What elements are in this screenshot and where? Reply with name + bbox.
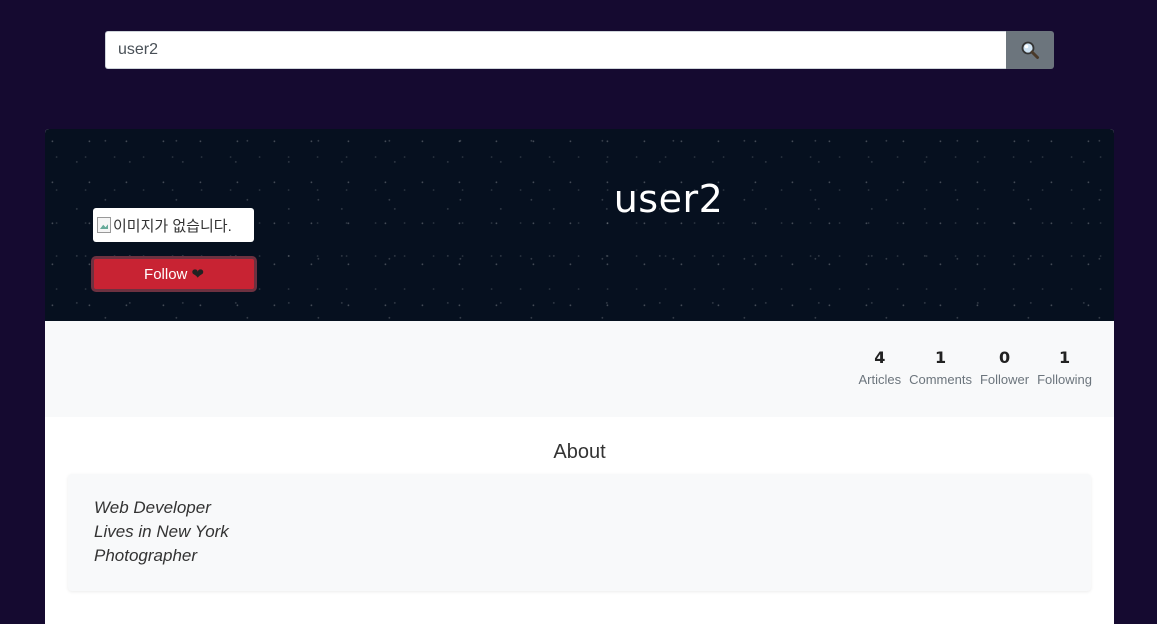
about-box: Web Developer Lives in New York Photogra… bbox=[68, 474, 1091, 591]
about-line: Lives in New York bbox=[94, 522, 229, 541]
search-button[interactable] bbox=[1006, 31, 1054, 69]
stat-value: 0 bbox=[998, 348, 1011, 367]
follow-label: Follow bbox=[144, 265, 188, 283]
stat-comments[interactable]: 1 Comments bbox=[909, 347, 972, 387]
heart-icon: ❤ bbox=[191, 266, 204, 283]
stats-list: 4 Articles 1 Comments 0 Follower 1 Follo… bbox=[858, 347, 1092, 387]
stat-label: Follower bbox=[979, 372, 1030, 387]
stat-label: Following bbox=[1037, 372, 1092, 387]
stat-label: Articles bbox=[858, 372, 902, 387]
stat-follower[interactable]: 0 Follower bbox=[980, 347, 1029, 387]
profile-username: user2 bbox=[613, 177, 724, 221]
search-input[interactable] bbox=[105, 31, 1006, 69]
about-line: Photographer bbox=[94, 546, 198, 565]
stats-bar: 4 Articles 1 Comments 0 Follower 1 Follo… bbox=[45, 321, 1114, 417]
profile-banner: 이미지가 없습니다. Follow ❤ user2 bbox=[45, 129, 1114, 321]
about-title: About bbox=[553, 441, 606, 463]
stat-following[interactable]: 1 Following bbox=[1037, 347, 1092, 387]
stat-value: 4 bbox=[874, 348, 886, 367]
search-icon bbox=[1021, 41, 1039, 59]
follow-button[interactable]: Follow ❤ bbox=[91, 256, 257, 292]
stat-label: Comments bbox=[909, 372, 972, 387]
profile-card: 이미지가 없습니다. Follow ❤ user2 4 Articles 1 C… bbox=[45, 129, 1114, 624]
stat-value: 1 bbox=[934, 348, 947, 367]
about-line: Web Developer bbox=[94, 498, 211, 517]
stat-value: 1 bbox=[1058, 348, 1071, 367]
stat-articles[interactable]: 4 Articles bbox=[858, 347, 901, 387]
search-bar bbox=[105, 31, 1054, 69]
